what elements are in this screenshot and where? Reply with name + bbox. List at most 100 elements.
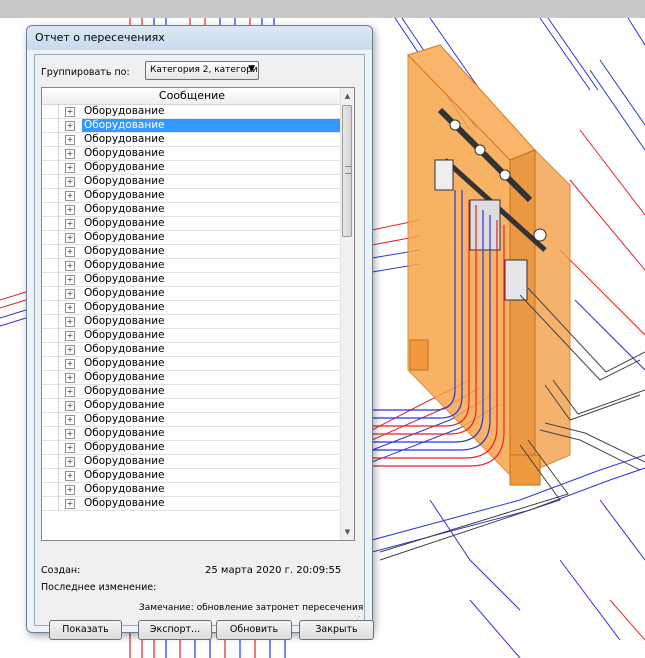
- group-by-dropdown[interactable]: Категория 2, категори ▼: [145, 61, 259, 80]
- plus-box-icon[interactable]: +: [65, 205, 75, 215]
- list-item-label: Оборудование: [84, 273, 165, 285]
- scroll-grip-icon: [345, 166, 351, 174]
- list-item[interactable]: + Оборудование: [42, 133, 342, 147]
- triangle-down-icon[interactable]: ▼: [341, 524, 354, 540]
- dialog-client-area: Группировать по: Категория 2, категори ▼…: [34, 54, 374, 640]
- tree-line: [42, 343, 59, 356]
- column-header-message[interactable]: Сообщение: [42, 88, 342, 105]
- plus-box-icon[interactable]: +: [65, 317, 75, 327]
- plus-box-icon[interactable]: +: [65, 261, 75, 271]
- plus-box-icon[interactable]: +: [65, 331, 75, 341]
- close-button[interactable]: Закрыть: [299, 620, 374, 640]
- list-item[interactable]: + Оборудование: [42, 427, 342, 441]
- plus-box-icon[interactable]: +: [65, 485, 75, 495]
- dialog-titlebar[interactable]: Отчет о пересечениях: [27, 26, 372, 50]
- plus-box-icon[interactable]: +: [65, 163, 75, 173]
- refresh-button[interactable]: Обновить: [216, 620, 292, 640]
- list-item[interactable]: + Оборудование: [42, 189, 342, 203]
- list-item[interactable]: + Оборудование: [42, 259, 342, 273]
- plus-box-icon[interactable]: +: [65, 233, 75, 243]
- plus-box-icon[interactable]: +: [65, 373, 75, 383]
- list-item[interactable]: + Оборудование: [42, 371, 342, 385]
- list-item-label: Оборудование: [84, 469, 165, 481]
- list-item[interactable]: + Оборудование: [42, 301, 342, 315]
- plus-box-icon[interactable]: +: [65, 177, 75, 187]
- tree-line: [42, 427, 59, 440]
- plus-box-icon[interactable]: +: [65, 289, 75, 299]
- list-item-label: Оборудование: [84, 217, 165, 229]
- resize-grip-icon[interactable]: ⋰: [354, 615, 362, 623]
- list-item-label: Оборудование: [84, 427, 165, 439]
- list-item[interactable]: + Оборудование: [42, 385, 342, 399]
- plus-box-icon[interactable]: +: [65, 149, 75, 159]
- list-item[interactable]: + Оборудование: [42, 161, 342, 175]
- list-item[interactable]: + Оборудование: [42, 217, 342, 231]
- plus-box-icon[interactable]: +: [65, 107, 75, 117]
- list-item[interactable]: + Оборудование: [42, 413, 342, 427]
- plus-box-icon[interactable]: +: [65, 429, 75, 439]
- list-item-label: Оборудование: [84, 161, 165, 173]
- tree-line: [42, 413, 59, 426]
- list-item[interactable]: + Оборудование: [42, 147, 342, 161]
- triangle-up-icon[interactable]: ▲: [341, 88, 354, 104]
- plus-box-icon[interactable]: +: [65, 247, 75, 257]
- show-button[interactable]: Показать: [49, 620, 122, 640]
- plus-box-icon[interactable]: +: [65, 219, 75, 229]
- list-item[interactable]: + Оборудование: [42, 441, 342, 455]
- list-item[interactable]: + Оборудование: [42, 329, 342, 343]
- plus-box-icon[interactable]: +: [65, 121, 75, 131]
- list-item[interactable]: + Оборудование: [42, 175, 342, 189]
- list-item-label: Оборудование: [84, 147, 165, 159]
- plus-box-icon[interactable]: +: [65, 415, 75, 425]
- list-item-label: Оборудование: [84, 105, 165, 117]
- list-item[interactable]: + Оборудование: [42, 357, 342, 371]
- tree-line: [42, 119, 59, 132]
- clash-message-list[interactable]: Сообщение + Оборудование + Оборудование + Обо…: [41, 87, 355, 541]
- list-item[interactable]: + Оборудование: [42, 203, 342, 217]
- list-item[interactable]: + Оборудование: [42, 343, 342, 357]
- export-button[interactable]: Экспорт...: [138, 620, 212, 640]
- list-item[interactable]: + Оборудование: [42, 399, 342, 413]
- list-item[interactable]: + Оборудование: [42, 273, 342, 287]
- plus-box-icon[interactable]: +: [65, 387, 75, 397]
- tree-line: [42, 273, 59, 286]
- plus-box-icon[interactable]: +: [65, 443, 75, 453]
- list-item[interactable]: + Оборудование: [42, 245, 342, 259]
- list-item[interactable]: + Оборудование: [42, 119, 342, 133]
- list-item[interactable]: + Оборудование: [42, 497, 342, 511]
- message-rows: + Оборудование + Оборудование + Оборудование +…: [42, 105, 342, 511]
- scrollbar-thumb[interactable]: [342, 105, 352, 237]
- list-item[interactable]: + Оборудование: [42, 231, 342, 245]
- group-by-selected-value: Категория 2, категори: [150, 65, 258, 75]
- distribution-cabinet[interactable]: [407, 44, 571, 486]
- plus-box-icon[interactable]: +: [65, 275, 75, 285]
- list-scrollbar[interactable]: ▲ ▼: [340, 88, 354, 540]
- list-item[interactable]: + Оборудование: [42, 315, 342, 329]
- list-item-label: Оборудование: [84, 413, 165, 425]
- tree-line: [42, 203, 59, 216]
- plus-box-icon[interactable]: +: [65, 401, 75, 411]
- list-item-label: Оборудование: [84, 175, 165, 187]
- list-item[interactable]: + Оборудование: [42, 287, 342, 301]
- plus-box-icon[interactable]: +: [65, 499, 75, 509]
- plus-box-icon[interactable]: +: [65, 457, 75, 467]
- list-item-label: Оборудование: [84, 357, 165, 369]
- list-item[interactable]: + Оборудование: [42, 483, 342, 497]
- list-item-label: Оборудование: [84, 329, 165, 341]
- list-item-label: Оборудование: [82, 119, 340, 132]
- plus-box-icon[interactable]: +: [65, 359, 75, 369]
- tree-line: [42, 105, 59, 118]
- plus-box-icon[interactable]: +: [65, 471, 75, 481]
- plus-box-icon[interactable]: +: [65, 135, 75, 145]
- list-item-label: Оборудование: [84, 497, 165, 509]
- tree-line: [42, 329, 59, 342]
- plus-box-icon[interactable]: +: [65, 303, 75, 313]
- list-item[interactable]: + Оборудование: [42, 105, 342, 119]
- plus-box-icon[interactable]: +: [65, 191, 75, 201]
- plus-box-icon[interactable]: +: [65, 345, 75, 355]
- list-item-label: Оборудование: [84, 315, 165, 327]
- list-item-label: Оборудование: [84, 189, 165, 201]
- list-item[interactable]: + Оборудование: [42, 455, 342, 469]
- list-item[interactable]: + Оборудование: [42, 469, 342, 483]
- tree-line: [42, 245, 59, 258]
